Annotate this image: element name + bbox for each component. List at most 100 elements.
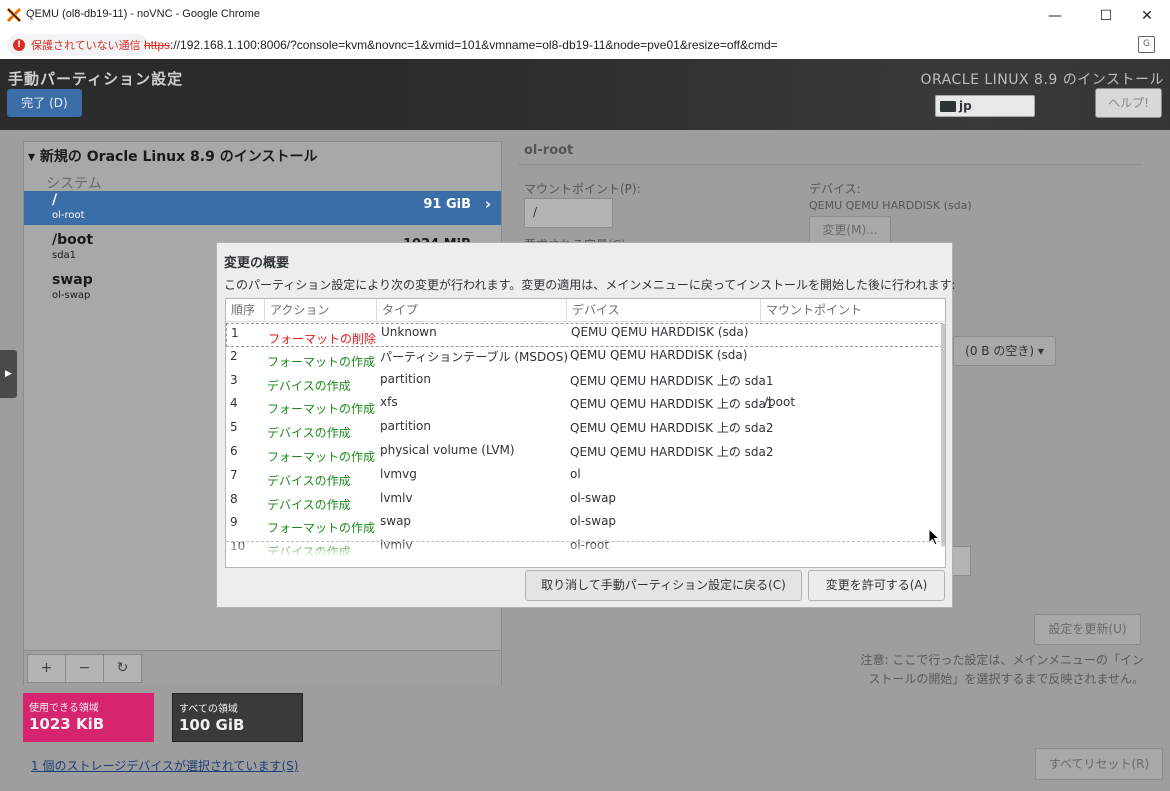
mount-name: / [52, 192, 58, 208]
cell-action: フォーマットの作成 [267, 402, 376, 417]
minimize-icon: — [1048, 7, 1062, 24]
cancel-back-button[interactable]: 取り消して手動パーティション設定に戻る(C) [525, 570, 802, 601]
table-row[interactable]: 8 デバイスの作成 lvmlv ol-swap [226, 490, 943, 514]
storage-devices-link[interactable]: 1 個のストレージデバイスが選択されています(S) [31, 757, 298, 774]
chevron-right-icon: › [484, 195, 491, 213]
cell-device: ol [570, 466, 581, 481]
column-device[interactable]: デバイス [567, 299, 761, 322]
url-scheme: https [144, 38, 171, 52]
cell-type: swap [380, 514, 412, 529]
cell-order: 1 [231, 326, 239, 340]
change-device-button[interactable]: 変更(M)... [809, 216, 891, 244]
update-settings-button[interactable]: 設定を更新(U) [1034, 614, 1141, 645]
cell-device: QEMU QEMU HARDDISK 上の sda2 [570, 445, 774, 459]
table-row[interactable]: 2 フォーマットの作成 パーティションテーブル (MSDOS) QEMU QEMU H… [226, 347, 943, 371]
cell-order: 6 [230, 444, 238, 458]
cell-action: デバイスの作成 [267, 378, 351, 393]
table-row[interactable]: 3 デバイスの作成 partition QEMU QEMU HARDDISK 上の s… [226, 371, 943, 395]
warning-icon: ! [13, 39, 25, 51]
reset-all-button[interactable]: すべてリセット(R) [1035, 748, 1163, 780]
proxmox-icon [6, 7, 22, 23]
vm-console[interactable]: 手動パーティション設定 完了 (D) ORACLE LINUX 8.9 のインス… [0, 59, 1170, 791]
minimize-button[interactable]: — [1032, 0, 1078, 31]
cell-order: 8 [230, 491, 238, 506]
maximize-button[interactable]: ☐ [1083, 0, 1129, 31]
cell-action: デバイスの作成 [267, 473, 351, 488]
cell-order: 4 [230, 396, 238, 411]
volume-group-dropdown[interactable]: (0 B の空き) ▾ [953, 336, 1056, 366]
install-group-title[interactable]: ▾ 新規の Oracle Linux 8.9 のインストール [28, 146, 317, 166]
mount-name: /boot [52, 232, 94, 248]
cell-mountpoint: /boot [764, 395, 796, 410]
done-button[interactable]: 完了 (D) [7, 89, 82, 117]
cell-action: フォーマットの作成 [267, 354, 376, 369]
table-row[interactable]: 7 デバイスの作成 lvmvg ol [226, 466, 943, 490]
mount-name: swap [52, 272, 93, 288]
mountpoint-input[interactable]: / [524, 198, 613, 228]
changes-table: 順序 アクション タイプ デバイス マウントポイント 1 フォーマットの削除 Unk… [225, 298, 946, 568]
refresh-icon[interactable]: ↻ [103, 654, 142, 683]
cell-type: パーティションテーブル (MSDOS) [380, 349, 569, 364]
mount-device: ol-swap [52, 290, 91, 301]
keyboard-icon [940, 100, 956, 112]
device-value: QEMU QEMU HARDDISK (sda) [809, 199, 972, 212]
mount-row-root[interactable]: / ol-root 91 GiB › [24, 191, 501, 225]
mount-device: ol-root [52, 210, 85, 221]
cell-order: 9 [230, 515, 238, 530]
accept-changes-button[interactable]: 変更を許可する(A) [808, 570, 945, 601]
table-row[interactable]: 9 フォーマットの作成 swap ol-swap [226, 513, 943, 537]
dialog-title: 変更の概要 [224, 256, 290, 271]
cell-action: フォーマットの作成 [267, 450, 376, 464]
column-type[interactable]: タイプ [377, 299, 567, 322]
cell-type: xfs [380, 395, 398, 410]
cell-type: physical volume (LVM) [380, 443, 515, 457]
security-text: 保護されていない通信 [31, 40, 141, 52]
settings-note: 注意: ここで行った設定は、メインメニューの「インストールの開始」を選択するまで… [860, 653, 1145, 686]
table-row[interactable]: 6 フォーマットの作成 physical volume (LVM) QEMU QEMU… [226, 442, 943, 466]
available-space-label: 使用できる領域 [29, 703, 99, 714]
summary-of-changes-dialog: 変更の概要 このパーティション設定により次の変更が行われます。変更の適用は、メイ… [216, 242, 956, 608]
url-text[interactable]: https://192.168.1.100:8006/?console=kvm&… [144, 38, 778, 52]
cell-action: フォーマットの作成 [267, 521, 376, 536]
cell-order: 7 [230, 467, 238, 482]
system-section-label: システム [46, 176, 102, 192]
address-bar[interactable]: ! 保護されていない通信 https://192.168.1.100:8006/… [0, 31, 1170, 59]
column-action[interactable]: アクション [265, 299, 377, 322]
novnc-sidebar-handle[interactable]: ▶ [0, 350, 17, 398]
remove-mount-button[interactable]: − [65, 654, 104, 683]
keyboard-layout-indicator[interactable]: jp [935, 95, 1035, 117]
cell-device: QEMU QEMU HARDDISK 上の sda2 [570, 421, 774, 436]
table-overflow-row [226, 541, 945, 567]
cell-order: 3 [230, 372, 238, 387]
keyboard-layout: jp [959, 99, 972, 113]
close-button[interactable]: ✕ [1124, 0, 1170, 31]
close-icon: ✕ [1141, 7, 1153, 24]
cell-action: デバイスの作成 [267, 426, 351, 441]
browser-titlebar: QEMU (ol8-db19-11) - noVNC - Google Chro… [0, 0, 1170, 31]
translate-icon[interactable]: G [1138, 36, 1155, 53]
cell-type: lvmlv [380, 490, 413, 505]
cell-type: partition [380, 371, 431, 386]
help-button[interactable]: ヘルプ! [1095, 88, 1162, 118]
cell-type: lvmvg [380, 466, 417, 481]
table-header: 順序 アクション タイプ デバイス マウントポイント [226, 299, 945, 322]
mount-toolbar: + − ↻ [24, 650, 501, 686]
window-title: QEMU (ol8-db19-11) - noVNC - Google Chro… [26, 8, 260, 20]
column-mountpoint[interactable]: マウントポイント [761, 299, 945, 322]
table-scrollbar[interactable] [941, 323, 945, 547]
cell-action: フォーマットの削除 [268, 332, 377, 346]
cell-device: QEMU QEMU HARDDISK (sda) [570, 347, 748, 362]
divider [518, 164, 1142, 165]
total-space-box: すべての領域 100 GiB [172, 693, 303, 742]
available-space-box: 使用できる領域 1023 KiB [23, 693, 154, 742]
product-title: ORACLE LINUX 8.9 のインストール [920, 72, 1164, 88]
table-row[interactable]: 5 デバイスの作成 partition QEMU QEMU HARDDISK 上の s… [226, 418, 943, 442]
add-mount-button[interactable]: + [27, 654, 66, 683]
install-group-label: 新規の Oracle Linux 8.9 のインストール [39, 149, 318, 165]
table-row[interactable]: 4 フォーマットの作成 xfs QEMU QEMU HARDDISK 上の sda1/… [226, 394, 943, 418]
table-row[interactable]: 1 フォーマットの削除 Unknown QEMU QEMU HARDDISK (sda… [226, 323, 943, 347]
column-order[interactable]: 順序 [226, 299, 265, 322]
mount-device: sda1 [52, 250, 77, 261]
security-indicator[interactable]: ! 保護されていない通信 [7, 34, 149, 56]
cell-order: 5 [230, 420, 238, 435]
